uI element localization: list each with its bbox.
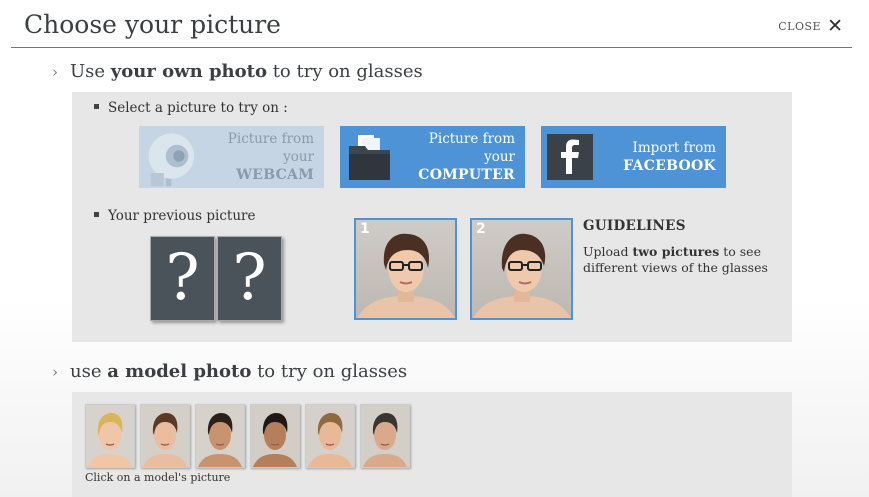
example-photo-2: 2 <box>470 218 573 320</box>
select-picture-label: Select a picture to try on : <box>94 100 288 116</box>
previous-picture-slot-2[interactable]: ? <box>217 236 282 321</box>
guidelines-pre: Upload <box>583 244 629 259</box>
heading-bold: a model photo <box>107 361 252 382</box>
guidelines-bold: two pictures <box>632 244 720 259</box>
model-portrait-image <box>306 405 354 467</box>
previous-picture-text: Your previous picture <box>108 208 256 224</box>
example-photo-1: 1 <box>354 218 457 320</box>
webcam-line1: Picture from your <box>227 131 314 165</box>
model-portrait-image <box>361 405 409 467</box>
own-photo-heading[interactable]: › Use your own photo to try on glasses <box>52 61 423 82</box>
previous-picture-slot-1[interactable]: ? <box>150 236 215 321</box>
model-thumbnail-1[interactable] <box>85 404 135 468</box>
computer-line2: COMPUTER <box>418 167 515 183</box>
computer-label: Picture from your COMPUTER <box>394 130 515 184</box>
example-number-1: 1 <box>360 221 370 237</box>
woman-portrait-image <box>357 233 455 318</box>
facebook-line2: FACEBOOK <box>623 158 716 174</box>
folder-icon <box>348 135 390 180</box>
model-portrait-image <box>196 405 244 467</box>
chevron-right-icon: › <box>52 63 58 81</box>
heading-bold: your own photo <box>110 61 267 82</box>
computer-button[interactable]: Picture from your COMPUTER <box>340 126 525 188</box>
select-picture-text: Select a picture to try on : <box>108 100 288 116</box>
computer-line1: Picture from your <box>428 131 515 165</box>
webcam-line2: WEBCAM <box>236 167 314 183</box>
bullet <box>94 104 99 109</box>
facebook-label: Import from FACEBOOK <box>623 139 716 175</box>
model-thumbnail-6[interactable] <box>360 404 410 468</box>
woman-portrait-image <box>473 233 571 318</box>
model-portrait-image <box>141 405 189 467</box>
model-thumbnail-4[interactable] <box>250 404 300 468</box>
heading-suffix: to try on glasses <box>257 361 408 382</box>
model-portrait-image <box>86 405 134 467</box>
facebook-icon <box>547 134 593 180</box>
model-thumbnail-2[interactable] <box>140 404 190 468</box>
guidelines-text: Upload two pictures to see different vie… <box>583 244 773 276</box>
example-number-2: 2 <box>476 221 486 237</box>
guidelines-title: GUIDELINES <box>583 218 686 234</box>
previous-picture-label: Your previous picture <box>94 208 255 224</box>
heading-prefix: use <box>70 361 102 382</box>
model-portrait-image <box>251 405 299 467</box>
webcam-icon <box>148 133 194 187</box>
title-divider <box>11 47 852 48</box>
dialog-title: Choose your picture <box>24 10 281 39</box>
bullet <box>94 212 99 217</box>
model-thumbnail-3[interactable] <box>195 404 245 468</box>
webcam-label: Picture from your WEBCAM <box>200 130 314 184</box>
facebook-button[interactable]: Import from FACEBOOK <box>541 126 726 188</box>
choose-picture-dialog: Choose your picture CLOSE ✕ › Use your ow… <box>0 0 869 497</box>
heading-suffix: to try on glasses <box>272 61 423 82</box>
model-caption: Click on a model's picture <box>85 471 231 484</box>
model-photo-heading[interactable]: › use a model photo to try on glasses <box>52 361 407 382</box>
close-button[interactable]: CLOSE ✕ <box>778 17 843 36</box>
heading-prefix: Use <box>70 61 106 82</box>
model-thumbnail-5[interactable] <box>305 404 355 468</box>
webcam-button[interactable]: Picture from your WEBCAM <box>139 126 324 188</box>
facebook-line1: Import from <box>632 140 716 156</box>
close-label: CLOSE <box>778 20 822 33</box>
chevron-right-icon: › <box>52 363 58 381</box>
close-icon[interactable]: ✕ <box>827 17 843 36</box>
